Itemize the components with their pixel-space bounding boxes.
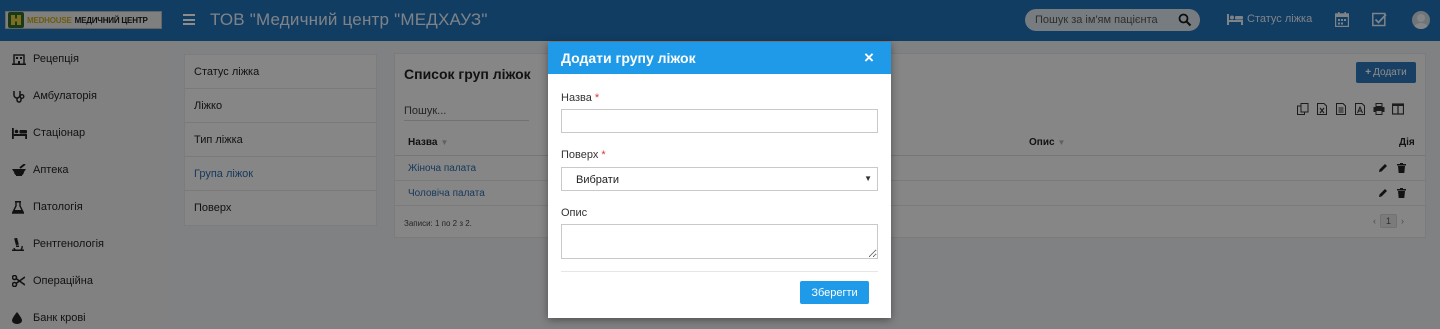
save-button[interactable]: Зберегти	[800, 281, 869, 304]
modal-footer-divider	[561, 271, 878, 272]
add-bed-group-modal: Додати групу ліжок × Назва * Поверх * Вибр…	[548, 42, 891, 318]
modal-title: Додати групу ліжок	[561, 50, 696, 66]
name-input[interactable]	[561, 109, 878, 133]
name-field-label: Назва *	[561, 92, 600, 104]
required-mark: *	[601, 149, 606, 161]
caret-down-icon: ▼	[864, 174, 872, 183]
description-textarea[interactable]	[561, 224, 878, 259]
floor-select[interactable]: Вибрати ▼	[561, 167, 878, 191]
modal-header: Додати групу ліжок ×	[548, 42, 891, 74]
close-icon[interactable]: ×	[864, 48, 874, 68]
floor-field-label: Поверх *	[561, 149, 606, 161]
floor-select-value: Вибрати	[576, 174, 619, 186]
required-mark: *	[594, 92, 600, 104]
description-field-label: Опис	[561, 207, 588, 219]
